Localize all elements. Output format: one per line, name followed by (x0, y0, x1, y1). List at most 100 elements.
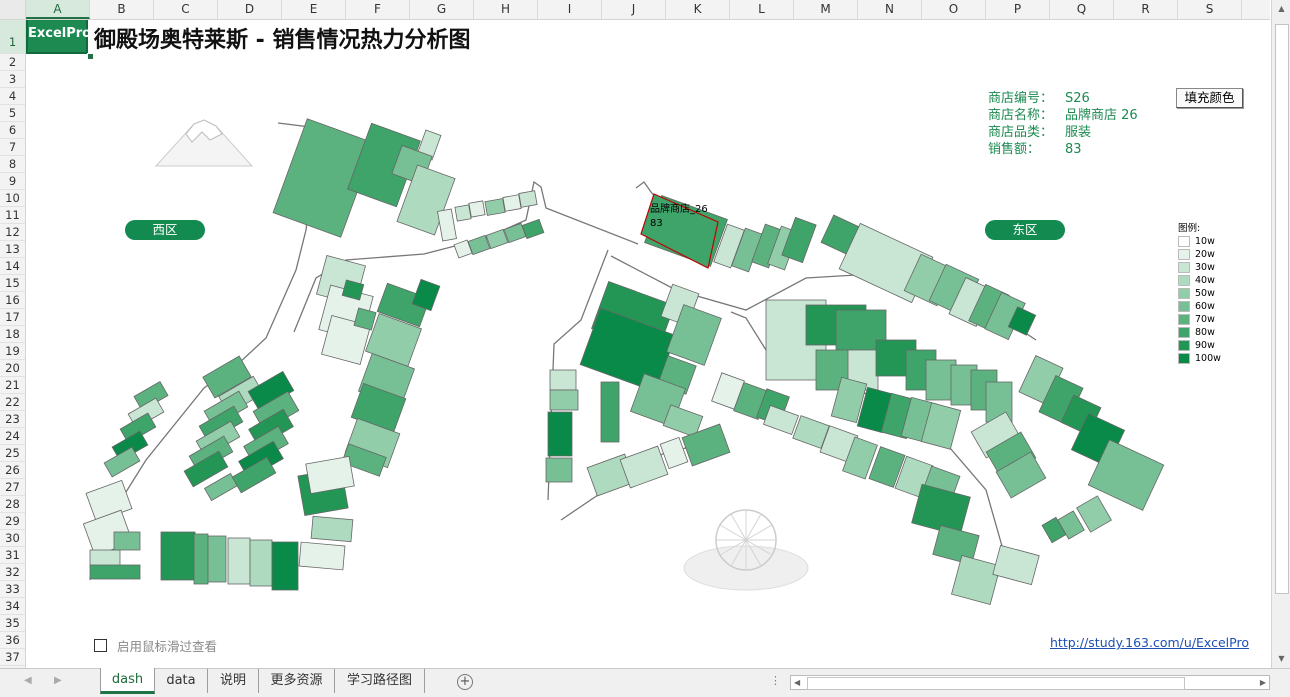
row-header-37[interactable]: 37 (0, 649, 25, 666)
row-header-36[interactable]: 36 (0, 632, 25, 649)
column-header-G[interactable]: G (410, 0, 474, 19)
column-header-R[interactable]: R (1114, 0, 1178, 19)
store-block[interactable] (193, 533, 209, 585)
column-header-S[interactable]: S (1178, 0, 1242, 19)
store-block[interactable] (89, 549, 121, 567)
column-header-N[interactable]: N (858, 0, 922, 19)
store-block[interactable] (298, 541, 346, 571)
row-header-8[interactable]: 8 (0, 156, 25, 173)
row-header-5[interactable]: 5 (0, 105, 25, 122)
row-header-23[interactable]: 23 (0, 411, 25, 428)
column-header-D[interactable]: D (218, 0, 282, 19)
row-header-34[interactable]: 34 (0, 598, 25, 615)
column-header-I[interactable]: I (538, 0, 602, 19)
row-header-22[interactable]: 22 (0, 394, 25, 411)
column-header-L[interactable]: L (730, 0, 794, 19)
row-header-27[interactable]: 27 (0, 479, 25, 496)
column-header-E[interactable]: E (282, 0, 346, 19)
row-header-10[interactable]: 10 (0, 190, 25, 207)
row-header-32[interactable]: 32 (0, 564, 25, 581)
column-header-H[interactable]: H (474, 0, 538, 19)
store-block[interactable] (113, 531, 141, 551)
column-header-P[interactable]: P (986, 0, 1050, 19)
add-sheet-icon[interactable]: + (457, 674, 473, 690)
store-block[interactable] (207, 535, 227, 583)
store-block[interactable] (600, 381, 620, 443)
row-header-30[interactable]: 30 (0, 530, 25, 547)
store-block[interactable] (992, 544, 1040, 586)
store-block[interactable] (305, 455, 355, 495)
row-header-14[interactable]: 14 (0, 258, 25, 275)
select-all-corner[interactable] (0, 0, 26, 19)
splitter-dots-icon[interactable]: ⋮ (770, 674, 781, 687)
row-header-15[interactable]: 15 (0, 275, 25, 292)
row-header-11[interactable]: 11 (0, 207, 25, 224)
row-header-1[interactable]: 1 (0, 20, 25, 54)
store-block[interactable] (484, 198, 506, 216)
scroll-down-icon[interactable]: ▼ (1272, 652, 1290, 666)
column-header-A[interactable]: A (26, 0, 90, 19)
tab-data[interactable]: data (155, 669, 208, 693)
row-header-13[interactable]: 13 (0, 241, 25, 258)
column-header-M[interactable]: M (794, 0, 858, 19)
store-block[interactable] (437, 208, 457, 242)
row-header-26[interactable]: 26 (0, 462, 25, 479)
row-header-3[interactable]: 3 (0, 71, 25, 88)
tab-next-icon[interactable]: ▶ (54, 675, 62, 686)
row-header-9[interactable]: 9 (0, 173, 25, 190)
column-header-B[interactable]: B (90, 0, 154, 19)
tab-dash[interactable]: dash (100, 668, 155, 694)
row-header-12[interactable]: 12 (0, 224, 25, 241)
tab-prev-icon[interactable]: ◀ (24, 675, 32, 686)
hover-view-checkbox[interactable]: 启用鼠标滑过查看 (94, 636, 217, 655)
column-header-C[interactable]: C (154, 0, 218, 19)
selection-fill-handle[interactable] (87, 53, 94, 60)
scroll-up-icon[interactable]: ▲ (1272, 2, 1290, 16)
store-block[interactable] (310, 515, 354, 543)
store-block[interactable] (518, 190, 538, 208)
row-header-7[interactable]: 7 (0, 139, 25, 156)
store-block[interactable] (249, 539, 273, 587)
worksheet-area[interactable]: 品牌商店_26 83 ExcelPro 御殿场奥特莱斯 - 销售情况热力分析图 商… (26, 20, 1270, 668)
row-header-2[interactable]: 2 (0, 54, 25, 71)
scroll-right-icon[interactable]: ▶ (1260, 676, 1266, 689)
row-header-24[interactable]: 24 (0, 428, 25, 445)
row-header-20[interactable]: 20 (0, 360, 25, 377)
tab-more-resources[interactable]: 更多资源 (259, 669, 335, 693)
row-header-4[interactable]: 4 (0, 88, 25, 105)
store-block[interactable] (160, 531, 196, 581)
store-block[interactable] (762, 404, 800, 436)
vertical-scrollbar[interactable]: ▲ ▼ (1271, 0, 1290, 668)
store-block[interactable] (89, 564, 141, 580)
fill-color-button[interactable]: 填充颜色 (1176, 88, 1243, 108)
column-header-K[interactable]: K (666, 0, 730, 19)
row-header-35[interactable]: 35 (0, 615, 25, 632)
row-header-33[interactable]: 33 (0, 581, 25, 598)
column-header-F[interactable]: F (346, 0, 410, 19)
row-header-31[interactable]: 31 (0, 547, 25, 564)
row-header-17[interactable]: 17 (0, 309, 25, 326)
checkbox-box[interactable] (94, 639, 107, 652)
column-header-Q[interactable]: Q (1050, 0, 1114, 19)
store-block[interactable] (781, 216, 817, 264)
row-header-19[interactable]: 19 (0, 343, 25, 360)
excelpro-logo[interactable]: ExcelPro (26, 20, 91, 54)
store-block[interactable] (549, 369, 577, 391)
store-block[interactable] (485, 228, 509, 250)
excelpro-link[interactable]: http://study.163.com/u/ExcelPro (1050, 635, 1249, 650)
store-block[interactable] (502, 194, 522, 212)
vertical-scroll-thumb[interactable] (1275, 24, 1289, 594)
store-block[interactable] (454, 204, 472, 222)
store-block[interactable] (547, 411, 573, 457)
store-block[interactable] (227, 537, 251, 585)
scroll-left-icon[interactable]: ◀ (794, 676, 800, 689)
horizontal-scroll-thumb[interactable] (807, 677, 1185, 690)
row-header-16[interactable]: 16 (0, 292, 25, 309)
row-header-21[interactable]: 21 (0, 377, 25, 394)
column-header-O[interactable]: O (922, 0, 986, 19)
row-header-18[interactable]: 18 (0, 326, 25, 343)
store-block[interactable] (468, 200, 486, 218)
tab-instructions[interactable]: 说明 (208, 669, 259, 693)
store-block[interactable] (549, 389, 579, 411)
horizontal-scrollbar[interactable]: ◀ ▶ (790, 675, 1270, 690)
